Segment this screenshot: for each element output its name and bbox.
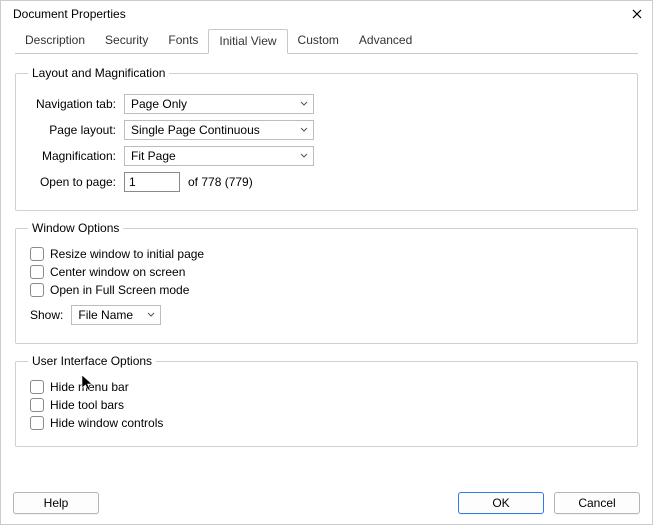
chevron-down-icon: [300, 153, 308, 159]
open-to-page-label: Open to page:: [28, 175, 124, 189]
page-layout-label: Page layout:: [28, 123, 124, 137]
row-resize-window: Resize window to initial page: [30, 247, 625, 261]
footer-right: OK Cancel: [458, 492, 640, 514]
chevron-down-icon: [300, 101, 308, 107]
tab-initial-view[interactable]: Initial View: [208, 29, 287, 54]
titlebar: Document Properties: [1, 1, 652, 25]
window-title: Document Properties: [13, 7, 126, 21]
group-layout-magnification: Layout and Magnification Navigation tab:…: [15, 66, 638, 211]
cancel-button[interactable]: Cancel: [554, 492, 640, 514]
group-legend: Layout and Magnification: [28, 66, 169, 80]
row-hide-tool: Hide tool bars: [30, 398, 625, 412]
page-layout-value: Single Page Continuous: [131, 123, 260, 137]
tab-advanced[interactable]: Advanced: [349, 29, 422, 54]
close-icon[interactable]: [630, 7, 644, 21]
center-window-label: Center window on screen: [50, 265, 185, 279]
hide-controls-checkbox[interactable]: [30, 416, 44, 430]
row-open-to-page: Open to page: of 778 (779): [28, 172, 625, 192]
tab-description[interactable]: Description: [15, 29, 95, 54]
row-magnification: Magnification: Fit Page: [28, 146, 625, 166]
tab-custom[interactable]: Custom: [288, 29, 349, 54]
hide-tool-label: Hide tool bars: [50, 398, 124, 412]
chevron-down-icon: [147, 312, 155, 318]
navigation-tab-label: Navigation tab:: [28, 97, 124, 111]
open-to-page-input[interactable]: [124, 172, 180, 192]
group-window-options: Window Options Resize window to initial …: [15, 221, 638, 344]
group-legend: Window Options: [28, 221, 123, 235]
row-hide-menu: Hide menu bar: [30, 380, 625, 394]
footer: Help OK Cancel: [1, 484, 652, 524]
show-label: Show:: [30, 308, 71, 322]
hide-controls-label: Hide window controls: [50, 416, 163, 430]
show-select[interactable]: File Name: [71, 305, 161, 325]
ok-button[interactable]: OK: [458, 492, 544, 514]
chevron-down-icon: [300, 127, 308, 133]
center-window-checkbox[interactable]: [30, 265, 44, 279]
resize-window-label: Resize window to initial page: [50, 247, 204, 261]
magnification-value: Fit Page: [131, 149, 176, 163]
navigation-tab-select[interactable]: Page Only: [124, 94, 314, 114]
row-hide-controls: Hide window controls: [30, 416, 625, 430]
row-center-window: Center window on screen: [30, 265, 625, 279]
row-page-layout: Page layout: Single Page Continuous: [28, 120, 625, 140]
tab-fonts[interactable]: Fonts: [158, 29, 208, 54]
row-fullscreen: Open in Full Screen mode: [30, 283, 625, 297]
show-value: File Name: [78, 308, 133, 322]
group-legend: User Interface Options: [28, 354, 156, 368]
help-button[interactable]: Help: [13, 492, 99, 514]
magnification-select[interactable]: Fit Page: [124, 146, 314, 166]
row-show: Show: File Name: [30, 305, 625, 325]
fullscreen-checkbox[interactable]: [30, 283, 44, 297]
row-navigation-tab: Navigation tab: Page Only: [28, 94, 625, 114]
magnification-label: Magnification:: [28, 149, 124, 163]
hide-menu-label: Hide menu bar: [50, 380, 129, 394]
tab-bar: Description Security Fonts Initial View …: [1, 29, 652, 54]
navigation-tab-value: Page Only: [131, 97, 187, 111]
page-layout-select[interactable]: Single Page Continuous: [124, 120, 314, 140]
hide-tool-checkbox[interactable]: [30, 398, 44, 412]
tab-security[interactable]: Security: [95, 29, 158, 54]
open-to-page-suffix: of 778 (779): [188, 175, 253, 189]
resize-window-checkbox[interactable]: [30, 247, 44, 261]
fullscreen-label: Open in Full Screen mode: [50, 283, 189, 297]
group-ui-options: User Interface Options Hide menu bar Hid…: [15, 354, 638, 447]
content-area: Layout and Magnification Navigation tab:…: [1, 54, 652, 447]
hide-menu-checkbox[interactable]: [30, 380, 44, 394]
